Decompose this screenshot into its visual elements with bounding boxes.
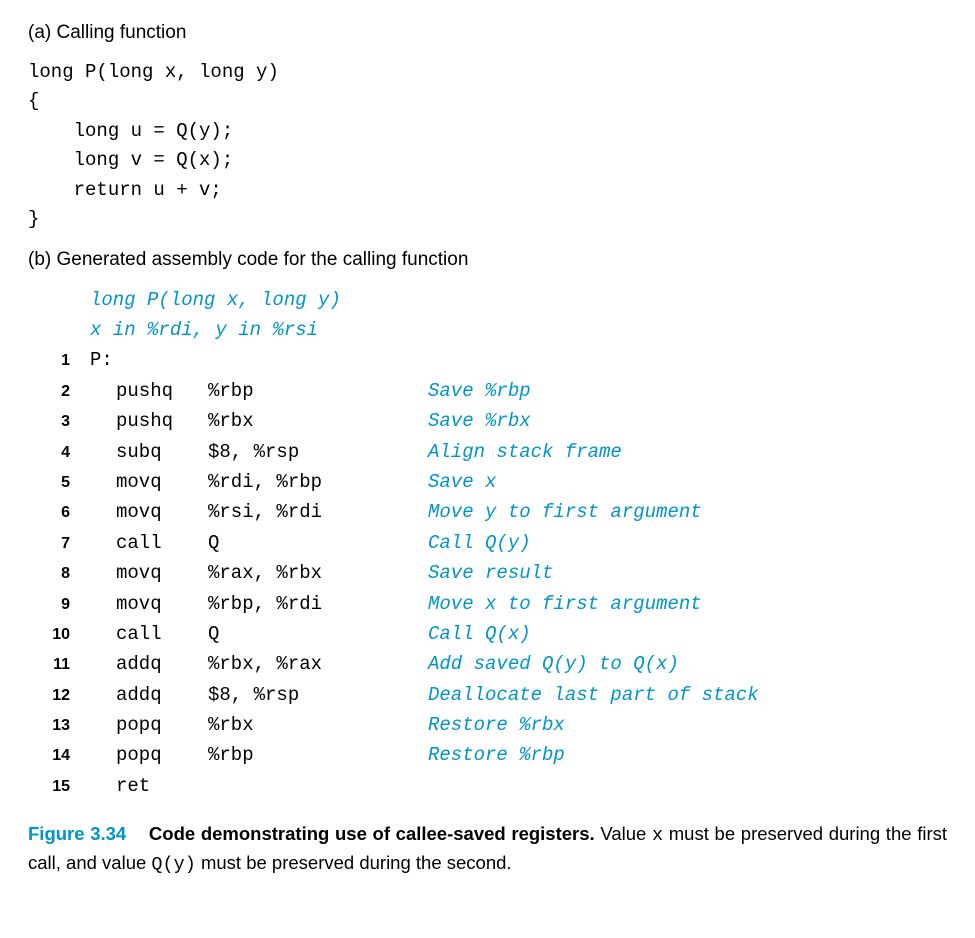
section-b-label: (b) Generated assembly code for the call… <box>28 249 947 271</box>
asm-operands: %rbp, %rdi <box>208 589 428 619</box>
asm-row: 10callQCall Q(x) <box>28 619 947 649</box>
asm-instruction: ret <box>90 771 428 801</box>
asm-row: 14popq%rbpRestore %rbp <box>28 740 947 770</box>
line-number: 1 <box>28 348 90 374</box>
asm-comment: Move y to first argument <box>428 501 702 523</box>
line-number: 15 <box>28 774 90 800</box>
asm-instruction: addq%rbx, %raxAdd saved Q(y) to Q(x) <box>90 649 679 679</box>
asm-mnemonic: pushq <box>90 406 208 436</box>
asm-comment: Call Q(y) <box>428 532 531 554</box>
c-source-code: long P(long x, long y) { long u = Q(y); … <box>28 58 947 235</box>
asm-instruction: callQCall Q(x) <box>90 619 531 649</box>
asm-instruction: pushq%rbpSave %rbp <box>90 376 531 406</box>
asm-instruction: movq%rbp, %rdiMove x to first argument <box>90 589 702 619</box>
line-number: 10 <box>28 622 90 648</box>
asm-operands: %rbx, %rax <box>208 649 428 679</box>
asm-operands: $8, %rsp <box>208 437 428 467</box>
asm-mnemonic: movq <box>90 589 208 619</box>
line-number: 4 <box>28 440 90 466</box>
asm-instruction: pushq%rbxSave %rbx <box>90 406 531 436</box>
asm-instruction: popq%rbpRestore %rbp <box>90 740 565 770</box>
line-number: 8 <box>28 561 90 587</box>
asm-row: 2pushq%rbpSave %rbp <box>28 376 947 406</box>
caption-text: Value <box>600 823 652 844</box>
asm-operands: %rbx <box>208 406 428 436</box>
figure-number: Figure 3.34 <box>28 823 126 844</box>
asm-row: 3pushq%rbxSave %rbx <box>28 406 947 436</box>
asm-row: 9movq%rbp, %rdiMove x to first argument <box>28 589 947 619</box>
line-number: 6 <box>28 500 90 526</box>
asm-operands: %rbx <box>208 710 428 740</box>
asm-instruction: movq%rsi, %rdiMove y to first argument <box>90 497 702 527</box>
asm-comment: Restore %rbx <box>428 714 565 736</box>
asm-instruction: movq%rax, %rbxSave result <box>90 558 553 588</box>
asm-mnemonic: pushq <box>90 376 208 406</box>
asm-comment: Save result <box>428 562 553 584</box>
asm-operands: $8, %rsp <box>208 680 428 710</box>
section-a-label: (a) Calling function <box>28 22 947 44</box>
asm-mnemonic: movq <box>90 558 208 588</box>
asm-comment: Deallocate last part of stack <box>428 684 759 706</box>
asm-instruction: addq$8, %rspDeallocate last part of stac… <box>90 680 759 710</box>
asm-mnemonic: addq <box>90 649 208 679</box>
asm-mnemonic: movq <box>90 467 208 497</box>
asm-operands: %rsi, %rdi <box>208 497 428 527</box>
asm-row: 11addq%rbx, %raxAdd saved Q(y) to Q(x) <box>28 649 947 679</box>
asm-row: 8movq%rax, %rbxSave result <box>28 558 947 588</box>
asm-row: 15ret <box>28 771 947 801</box>
asm-instruction: callQCall Q(y) <box>90 528 531 558</box>
asm-row: 7callQCall Q(y) <box>28 528 947 558</box>
asm-operands: %rax, %rbx <box>208 558 428 588</box>
line-number: 3 <box>28 409 90 435</box>
asm-mnemonic: subq <box>90 437 208 467</box>
figure-caption: Figure 3.34 Code demonstrating use of ca… <box>28 821 947 879</box>
line-number: 11 <box>28 652 90 678</box>
asm-mnemonic: popq <box>90 710 208 740</box>
line-number: 7 <box>28 531 90 557</box>
asm-operands: %rbp <box>208 740 428 770</box>
line-number: 2 <box>28 379 90 405</box>
line-number: 14 <box>28 743 90 769</box>
asm-mnemonic: addq <box>90 680 208 710</box>
asm-instruction: movq%rdi, %rbpSave x <box>90 467 496 497</box>
asm-operands: Q <box>208 619 428 649</box>
caption-text: must be preserved during the second. <box>196 852 512 873</box>
asm-row: 1P: <box>28 345 947 375</box>
asm-mnemonic: ret <box>90 771 208 801</box>
asm-comment: Call Q(x) <box>428 623 531 645</box>
asm-operands: %rdi, %rbp <box>208 467 428 497</box>
asm-header-registers: x in %rdi, y in %rsi <box>90 315 947 345</box>
asm-comment: Add saved Q(y) to Q(x) <box>428 653 679 675</box>
asm-comment: Move x to first argument <box>428 593 702 615</box>
line-number: 13 <box>28 713 90 739</box>
asm-header-signature: long P(long x, long y) <box>90 285 947 315</box>
asm-mnemonic: movq <box>90 497 208 527</box>
assembly-listing: long P(long x, long y) x in %rdi, y in %… <box>28 285 947 802</box>
asm-comment: Save %rbp <box>428 380 531 402</box>
asm-mnemonic: call <box>90 619 208 649</box>
asm-mnemonic: call <box>90 528 208 558</box>
asm-operands: %rbp <box>208 376 428 406</box>
asm-label: P: <box>90 349 113 371</box>
asm-comment: Save x <box>428 471 496 493</box>
line-number: 9 <box>28 592 90 618</box>
asm-row: 4subq$8, %rspAlign stack frame <box>28 437 947 467</box>
asm-operands: Q <box>208 528 428 558</box>
asm-comment: Align stack frame <box>428 441 622 463</box>
asm-row: 13popq%rbxRestore %rbx <box>28 710 947 740</box>
asm-instruction: subq$8, %rspAlign stack frame <box>90 437 622 467</box>
asm-row: 6movq%rsi, %rdiMove y to first argument <box>28 497 947 527</box>
asm-row: 12addq$8, %rspDeallocate last part of st… <box>28 680 947 710</box>
caption-code-x: x <box>652 825 663 846</box>
asm-instruction: P: <box>90 345 113 375</box>
line-number: 12 <box>28 683 90 709</box>
figure-title: Code demonstrating use of callee-saved r… <box>149 823 595 844</box>
caption-code-qy: Q(y) <box>151 854 195 875</box>
asm-comment: Save %rbx <box>428 410 531 432</box>
asm-instruction: popq%rbxRestore %rbx <box>90 710 565 740</box>
asm-comment: Restore %rbp <box>428 744 565 766</box>
line-number: 5 <box>28 470 90 496</box>
asm-mnemonic: popq <box>90 740 208 770</box>
asm-row: 5movq%rdi, %rbpSave x <box>28 467 947 497</box>
